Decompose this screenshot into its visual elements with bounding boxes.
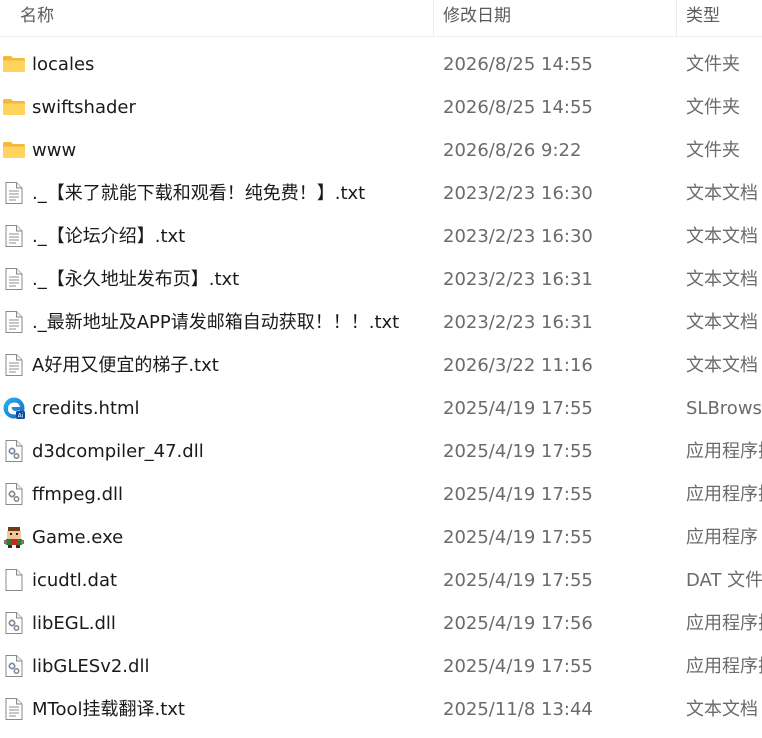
file-type: 文本文档: [686, 226, 758, 247]
dll-file-icon: [2, 654, 26, 678]
text-file-icon: [2, 267, 26, 291]
game-exe-icon: [2, 525, 26, 549]
column-header-type[interactable]: 类型: [686, 0, 762, 36]
file-type: 应用程序扩展: [686, 656, 762, 677]
file-name: libGLESv2.dll: [32, 656, 150, 677]
text-file-icon: [2, 353, 26, 377]
file-row[interactable]: Ai credits.html 2025/4/19 17:55 SLBrowser: [0, 387, 762, 430]
column-divider[interactable]: [676, 0, 677, 36]
text-file-icon: [2, 697, 26, 721]
dll-file-icon: [2, 611, 26, 635]
file-type: DAT 文件: [686, 570, 762, 591]
file-row[interactable]: icudtl.dat 2025/4/19 17:55 DAT 文件: [0, 559, 762, 602]
folder-icon: [2, 138, 26, 162]
file-row[interactable]: ._【永久地址发布页】.txt 2023/2/23 16:31 文本文档: [0, 258, 762, 301]
file-row[interactable]: ffmpeg.dll 2025/4/19 17:55 应用程序扩展: [0, 473, 762, 516]
file-name: ._【永久地址发布页】.txt: [32, 269, 240, 290]
file-row[interactable]: A好用又便宜的梯子.txt 2026/3/22 11:16 文本文档: [0, 344, 762, 387]
dll-file-icon: [2, 482, 26, 506]
file-type: 文本文档: [686, 312, 758, 333]
file-name: d3dcompiler_47.dll: [32, 441, 204, 462]
text-file-icon: [2, 310, 26, 334]
file-name: ffmpeg.dll: [32, 484, 124, 505]
file-row[interactable]: libGLESv2.dll 2025/4/19 17:55 应用程序扩展: [0, 645, 762, 688]
folder-icon: [2, 52, 26, 76]
column-header-name[interactable]: 名称: [20, 0, 430, 36]
file-type: 文件夹: [686, 97, 740, 118]
file-type: 应用程序: [686, 527, 758, 548]
file-type: 文件夹: [686, 140, 740, 161]
file-row[interactable]: Game.exe 2025/4/19 17:55 应用程序: [0, 516, 762, 559]
file-list: locales 2026/8/25 14:55 文件夹 swiftshader 2026…: [0, 43, 762, 731]
file-row[interactable]: ._【论坛介绍】.txt 2023/2/23 16:30 文本文档: [0, 215, 762, 258]
svg-text:Ai: Ai: [18, 412, 24, 419]
column-header-bar: ^ 名称 修改日期 类型: [0, 0, 762, 37]
file-modified-date: 2025/4/19 17:55: [443, 570, 593, 591]
file-name: MTool挂载翻译.txt: [32, 699, 185, 720]
text-file-icon: [2, 224, 26, 248]
file-modified-date: 2023/2/23 16:30: [443, 226, 593, 247]
file-name: locales: [32, 54, 95, 75]
file-explorer-list: ^ 名称 修改日期 类型 locales2026/8/25 14:55文件夹sw…: [0, 0, 762, 738]
file-modified-date: 2026/8/25 14:55: [443, 54, 593, 75]
file-row[interactable]: ._【来了就能下载和观看！纯免费！】.txt 2023/2/23 16:30 文本文…: [0, 172, 762, 215]
file-type: SLBrowser: [686, 398, 762, 419]
file-name: www: [32, 140, 77, 161]
browser-icon: Ai: [2, 396, 26, 420]
file-type: 应用程序扩展: [686, 484, 762, 505]
file-row[interactable]: MTool挂载翻译.txt 2025/11/8 13:44 文本文档: [0, 688, 762, 731]
file-name: ._【来了就能下载和观看！纯免费！】.txt: [32, 183, 366, 204]
file-type: 文本文档: [686, 699, 758, 720]
column-header-date[interactable]: 修改日期: [443, 0, 673, 36]
file-type: 应用程序扩展: [686, 441, 762, 462]
file-type: 文本文档: [686, 269, 758, 290]
dll-file-icon: [2, 439, 26, 463]
file-modified-date: 2026/8/25 14:55: [443, 97, 593, 118]
file-modified-date: 2025/4/19 17:55: [443, 527, 593, 548]
file-modified-date: 2023/2/23 16:30: [443, 183, 593, 204]
column-divider[interactable]: [433, 0, 434, 36]
file-row[interactable]: libEGL.dll 2025/4/19 17:56 应用程序扩展: [0, 602, 762, 645]
file-row[interactable]: ._最新地址及APP请发邮箱自动获取！！！.txt 2023/2/23 16:31…: [0, 301, 762, 344]
blank-file-icon: [2, 568, 26, 592]
file-name: libEGL.dll: [32, 613, 116, 634]
file-name: icudtl.dat: [32, 570, 118, 591]
folder-icon: [2, 95, 26, 119]
file-type: 文本文档: [686, 355, 758, 376]
file-type: 应用程序扩展: [686, 613, 762, 634]
file-modified-date: 2023/2/23 16:31: [443, 312, 593, 333]
file-name: A好用又便宜的梯子.txt: [32, 355, 219, 376]
file-modified-date: 2025/11/8 13:44: [443, 699, 593, 720]
file-name: ._【论坛介绍】.txt: [32, 226, 186, 247]
file-row[interactable]: www 2026/8/26 9:22 文件夹: [0, 129, 762, 172]
file-type: 文件夹: [686, 54, 740, 75]
file-row[interactable]: swiftshader 2026/8/25 14:55 文件夹: [0, 86, 762, 129]
file-type: 文本文档: [686, 183, 758, 204]
file-name: credits.html: [32, 398, 140, 419]
file-modified-date: 2025/4/19 17:55: [443, 656, 593, 677]
file-row[interactable]: locales 2026/8/25 14:55 文件夹: [0, 43, 762, 86]
file-name: ._最新地址及APP请发邮箱自动获取！！！.txt: [32, 312, 400, 333]
file-name: swiftshader: [32, 97, 136, 118]
file-modified-date: 2025/4/19 17:56: [443, 613, 593, 634]
file-modified-date: 2026/3/22 11:16: [443, 355, 593, 376]
file-row[interactable]: d3dcompiler_47.dll 2025/4/19 17:55 应用程序扩展: [0, 430, 762, 473]
file-modified-date: 2025/4/19 17:55: [443, 441, 593, 462]
file-modified-date: 2025/4/19 17:55: [443, 484, 593, 505]
text-file-icon: [2, 181, 26, 205]
file-name: Game.exe: [32, 527, 124, 548]
file-modified-date: 2023/2/23 16:31: [443, 269, 593, 290]
file-modified-date: 2026/8/26 9:22: [443, 140, 582, 161]
file-modified-date: 2025/4/19 17:55: [443, 398, 593, 419]
